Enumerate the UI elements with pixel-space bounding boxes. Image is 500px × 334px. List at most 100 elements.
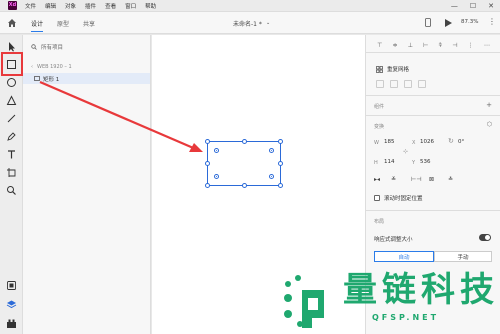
boolean-ops — [376, 80, 426, 88]
tab-design[interactable]: 设计 — [31, 19, 44, 32]
line-tool-icon[interactable] — [6, 113, 17, 124]
home-icon[interactable] — [7, 18, 17, 28]
menu-window[interactable]: 窗口 — [125, 2, 136, 10]
width-value[interactable]: 185 — [384, 139, 395, 145]
fix-position-row[interactable]: 滚动时固定位置 — [374, 194, 423, 202]
pen-tool-icon[interactable] — [6, 131, 17, 142]
text-tool-icon[interactable] — [6, 149, 17, 160]
repeat-grid-button[interactable]: 重复网格 — [376, 65, 409, 73]
height-label: H — [374, 160, 378, 166]
grid-icon — [376, 65, 383, 73]
resize-handle-tl[interactable] — [205, 139, 210, 144]
breadcrumb[interactable]: ‹ WEB 1920 – 1 — [31, 64, 72, 70]
divider — [366, 210, 500, 211]
plugins-icon[interactable] — [6, 318, 17, 329]
search-icon — [31, 44, 37, 50]
align-left-icon[interactable]: ⊢ — [423, 42, 428, 49]
distribute-v-icon[interactable]: ⋮ — [468, 42, 474, 49]
resize-handle-b[interactable] — [242, 183, 247, 188]
document-title[interactable]: 未命名-1 * — [233, 19, 262, 28]
artboard-name: WEB 1920 – 1 — [37, 64, 72, 70]
resize-handle-r[interactable] — [278, 161, 283, 166]
minimize-button[interactable]: — — [451, 2, 458, 10]
align-bottom-icon[interactable]: ⊥ — [408, 42, 413, 49]
tool-bar — [0, 35, 23, 334]
divider — [366, 95, 500, 96]
resize-handle-tr[interactable] — [278, 139, 283, 144]
zoom-tool-icon[interactable] — [6, 185, 17, 196]
x-label: X — [412, 140, 416, 146]
layers-icon[interactable] — [6, 299, 17, 310]
y-value[interactable]: 536 — [420, 159, 431, 165]
tab-prototype[interactable]: 原型 — [57, 19, 69, 28]
flip-vertical-icon[interactable]: ≚ — [391, 176, 396, 183]
distribute-h-icon[interactable]: ⋯ — [484, 42, 490, 49]
corner-radius-handle-tl[interactable] — [214, 148, 219, 153]
auto-button[interactable]: 自动 — [374, 251, 434, 262]
maximize-button[interactable]: ☐ — [470, 2, 476, 10]
resize-handle-br[interactable] — [278, 183, 283, 188]
mobile-preview-icon[interactable] — [425, 18, 431, 27]
select-tool-icon[interactable] — [6, 41, 17, 52]
reset-size-icon[interactable]: ≛ — [448, 176, 453, 183]
rotate-icon: ↻ — [448, 137, 454, 145]
menu-edit[interactable]: 编辑 — [45, 2, 56, 10]
boolean-intersect-icon[interactable] — [404, 80, 412, 88]
height-value[interactable]: 114 — [384, 159, 395, 165]
corner-radius-handle-br[interactable] — [269, 174, 274, 179]
align-pixel-icon[interactable]: ⊢⊣ — [411, 176, 421, 183]
divider — [366, 115, 500, 116]
layer-item[interactable]: 矩形 1 — [23, 73, 150, 84]
boolean-subtract-icon[interactable] — [390, 80, 398, 88]
close-button[interactable]: ✕ — [488, 2, 494, 10]
x-value[interactable]: 1026 — [420, 139, 434, 145]
selected-rectangle[interactable] — [205, 139, 283, 188]
chevron-left-icon[interactable]: ‹ — [31, 64, 33, 70]
layers-search[interactable]: 所有项目 — [31, 43, 63, 51]
search-placeholder: 所有项目 — [41, 45, 64, 51]
responsive-label: 响应式调整大小 — [374, 237, 413, 243]
align-middle-icon[interactable]: ≑ — [393, 42, 398, 49]
corner-radius-handle-tr[interactable] — [269, 148, 274, 153]
tab-share[interactable]: 共享 — [83, 19, 95, 28]
boolean-add-icon[interactable] — [376, 80, 384, 88]
align-top-icon[interactable]: ⊤ — [377, 42, 382, 49]
resize-handle-l[interactable] — [205, 161, 210, 166]
watermark-url: QFSP.NET — [372, 313, 440, 322]
assets-icon[interactable] — [6, 280, 17, 291]
layers-panel: 所有项目 ‹ WEB 1920 – 1 矩形 1 — [23, 35, 151, 334]
cube-icon[interactable]: ⬡ — [487, 121, 492, 128]
corner-radius-handle-bl[interactable] — [214, 174, 219, 179]
artboard-tool-icon[interactable] — [6, 167, 17, 178]
zoom-level[interactable]: 87.3% — [461, 19, 478, 25]
rotation-value[interactable]: 0° — [458, 139, 464, 145]
fit-content-icon[interactable]: ⊠ — [429, 176, 434, 183]
watermark-logo — [284, 275, 324, 328]
more-icon[interactable]: ⋮ — [488, 17, 496, 26]
menu-view[interactable]: 查看 — [105, 2, 116, 10]
resize-handle-t[interactable] — [242, 139, 247, 144]
boolean-exclude-icon[interactable] — [418, 80, 426, 88]
watermark-title: 量链科技 — [343, 270, 499, 310]
chevron-down-icon[interactable]: ⌄ — [266, 20, 270, 26]
manual-button[interactable]: 手动 — [434, 251, 492, 262]
lock-aspect-icon[interactable]: ⊹ — [403, 148, 408, 155]
menu-help[interactable]: 帮助 — [145, 2, 156, 10]
align-right-icon[interactable]: ⊣ — [452, 42, 457, 49]
align-center-icon[interactable]: ⫩ — [439, 42, 442, 50]
menu-file[interactable]: 文件 — [25, 2, 36, 10]
highlight-box — [1, 52, 23, 76]
play-icon[interactable] — [445, 19, 452, 27]
flip-horizontal-icon[interactable]: ▸◂ — [374, 176, 380, 183]
menu-object[interactable]: 对象 — [65, 2, 76, 10]
ellipse-tool-icon[interactable] — [6, 77, 17, 88]
polygon-tool-icon[interactable] — [6, 95, 17, 106]
resize-handle-bl[interactable] — [205, 183, 210, 188]
menu-plugins[interactable]: 插件 — [85, 2, 96, 10]
top-bar: 设计 原型 共享 未命名-1 * ⌄ 87.3% ⋮ — [0, 12, 500, 34]
responsive-toggle[interactable] — [479, 234, 491, 241]
layout-label: 布局 — [374, 219, 385, 225]
width-label: W — [374, 140, 379, 146]
fix-position-checkbox[interactable] — [374, 195, 380, 201]
add-component-icon[interactable]: + — [486, 101, 492, 109]
